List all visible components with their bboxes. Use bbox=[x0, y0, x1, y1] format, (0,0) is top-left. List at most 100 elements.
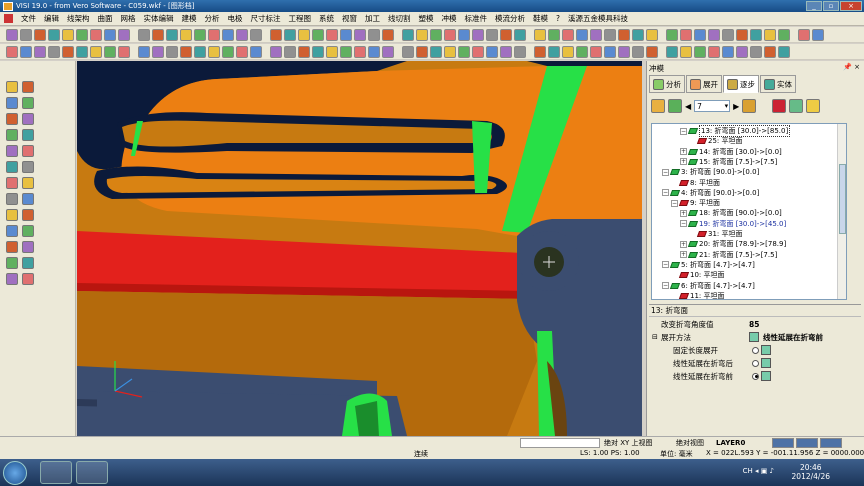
main-tool-icon[interactable] bbox=[118, 28, 130, 41]
main-tool-icon[interactable] bbox=[194, 28, 206, 41]
expand-icon[interactable]: + bbox=[680, 158, 687, 166]
tree-node[interactable]: +20: 折弯面 [78.9]->[78.9] bbox=[680, 239, 786, 249]
step-prev-icon[interactable] bbox=[668, 99, 682, 113]
main-tool-icon[interactable] bbox=[382, 28, 394, 41]
main-tool-icon[interactable] bbox=[764, 28, 776, 41]
second-tool-icon[interactable] bbox=[138, 45, 150, 58]
menu-wire-edm[interactable]: 线切割 bbox=[384, 13, 415, 24]
main-tool-icon[interactable] bbox=[270, 28, 282, 41]
tree-node[interactable]: +14: 折弯面 [30.0]->[0.0] bbox=[680, 147, 782, 157]
tree-node[interactable]: 31: 平坦面 bbox=[689, 229, 743, 239]
maximize-button[interactable]: ▫ bbox=[823, 1, 839, 11]
taskbar-app-visi[interactable] bbox=[76, 461, 108, 484]
second-tool-icon[interactable] bbox=[618, 45, 630, 58]
second-tool-icon[interactable] bbox=[222, 45, 234, 58]
second-tool-icon[interactable] bbox=[430, 45, 442, 58]
menu-standard-parts[interactable]: 标准件 bbox=[461, 13, 492, 24]
angle-value[interactable]: 85 bbox=[749, 320, 759, 329]
palette-tool-icon[interactable] bbox=[6, 113, 18, 125]
main-tool-icon[interactable] bbox=[90, 28, 102, 41]
step-select[interactable]: 7 bbox=[694, 100, 731, 112]
second-tool-icon[interactable] bbox=[402, 45, 414, 58]
menu-flow[interactable]: 模流分析 bbox=[491, 13, 529, 24]
step-next-icon[interactable] bbox=[742, 99, 757, 113]
step-back-arrow-icon[interactable]: ◀ bbox=[685, 102, 691, 111]
menu-drawing[interactable]: 工程图 bbox=[285, 13, 316, 24]
second-tool-icon[interactable] bbox=[694, 45, 706, 58]
main-tool-icon[interactable] bbox=[632, 28, 644, 41]
second-tool-icon[interactable] bbox=[416, 45, 428, 58]
main-tool-icon[interactable] bbox=[534, 28, 546, 41]
main-tool-icon[interactable] bbox=[736, 28, 748, 41]
main-tool-icon[interactable] bbox=[312, 28, 324, 41]
second-tool-icon[interactable] bbox=[340, 45, 352, 58]
palette-tool-icon[interactable] bbox=[6, 209, 18, 221]
menu-solid-edit[interactable]: 实体编辑 bbox=[140, 13, 178, 24]
collapse-icon[interactable]: − bbox=[662, 168, 669, 176]
second-tool-icon[interactable] bbox=[472, 45, 484, 58]
option-linear-before[interactable]: 线性延展在折弯前 bbox=[649, 370, 861, 382]
menu-mesh[interactable]: 网格 bbox=[117, 13, 140, 24]
palette-tool-icon[interactable] bbox=[22, 145, 34, 157]
tree-node[interactable]: − 19: 折弯面 [30.0]->[45.0] bbox=[680, 219, 786, 229]
palette-tool-icon[interactable] bbox=[22, 257, 34, 269]
panel-pin-icon[interactable]: 📌 × bbox=[843, 63, 860, 71]
main-tool-icon[interactable] bbox=[62, 28, 74, 41]
palette-tool-icon[interactable] bbox=[6, 161, 18, 173]
second-tool-icon[interactable] bbox=[104, 45, 116, 58]
main-tool-icon[interactable] bbox=[222, 28, 234, 41]
view-box-2[interactable] bbox=[796, 438, 818, 448]
radio-linear-after[interactable] bbox=[752, 359, 759, 367]
main-tool-icon[interactable] bbox=[180, 28, 192, 41]
second-tool-icon[interactable] bbox=[514, 45, 526, 58]
tree-node[interactable]: 11: 平坦面 bbox=[671, 291, 725, 299]
main-tool-icon[interactable] bbox=[812, 28, 824, 41]
main-tool-icon[interactable] bbox=[76, 28, 88, 41]
palette-tool-icon[interactable] bbox=[22, 177, 34, 189]
palette-tool-icon[interactable] bbox=[22, 161, 34, 173]
second-tool-icon[interactable] bbox=[778, 45, 790, 58]
step-apply-icon[interactable] bbox=[789, 99, 804, 113]
main-tool-icon[interactable] bbox=[798, 28, 810, 41]
main-tool-icon[interactable] bbox=[354, 28, 366, 41]
main-tool-icon[interactable] bbox=[416, 28, 428, 41]
menu-system[interactable]: 系统 bbox=[315, 13, 338, 24]
menu-progress-die[interactable]: 冲模 bbox=[438, 13, 461, 24]
second-tool-icon[interactable] bbox=[534, 45, 546, 58]
second-tool-icon[interactable] bbox=[368, 45, 380, 58]
main-tool-icon[interactable] bbox=[778, 28, 790, 41]
radio-fixed-length[interactable] bbox=[752, 346, 759, 354]
second-tool-icon[interactable] bbox=[382, 45, 394, 58]
palette-tool-icon[interactable] bbox=[6, 177, 18, 189]
close-button[interactable]: × bbox=[840, 1, 862, 11]
second-tool-icon[interactable] bbox=[722, 45, 734, 58]
step-reset-icon[interactable] bbox=[772, 99, 787, 113]
expand-icon[interactable]: + bbox=[680, 251, 687, 259]
second-tool-icon[interactable] bbox=[736, 45, 748, 58]
menu-view[interactable]: 视窗 bbox=[338, 13, 361, 24]
tree-node[interactable]: − 13: 折弯面 [30.0]->[85.0] bbox=[680, 125, 791, 137]
menu-shoe-mould[interactable]: 鞋模 bbox=[529, 13, 552, 24]
main-tool-icon[interactable] bbox=[48, 28, 60, 41]
main-tool-icon[interactable] bbox=[458, 28, 470, 41]
collapse-icon[interactable]: − bbox=[662, 261, 669, 269]
main-tool-icon[interactable] bbox=[284, 28, 296, 41]
tab-step[interactable]: 逐步 bbox=[723, 75, 759, 93]
second-tool-icon[interactable] bbox=[590, 45, 602, 58]
collapse-icon[interactable]: ⊟ bbox=[652, 333, 658, 341]
command-input[interactable] bbox=[520, 438, 600, 448]
tree-node[interactable]: 25: 平坦面 bbox=[689, 136, 743, 146]
palette-tool-icon[interactable] bbox=[6, 81, 18, 93]
main-tool-icon[interactable] bbox=[368, 28, 380, 41]
second-tool-icon[interactable] bbox=[486, 45, 498, 58]
main-tool-icon[interactable] bbox=[666, 28, 678, 41]
second-tool-icon[interactable] bbox=[666, 45, 678, 58]
palette-tool-icon[interactable] bbox=[6, 241, 18, 253]
tree-node[interactable]: +18: 折弯面 [90.0]->[0.0] bbox=[680, 208, 782, 218]
menu-electrode[interactable]: 电极 bbox=[224, 13, 247, 24]
main-tool-icon[interactable] bbox=[590, 28, 602, 41]
menu-brand[interactable]: 溪源五金模具科技 bbox=[564, 13, 632, 24]
second-tool-icon[interactable] bbox=[500, 45, 512, 58]
palette-tool-icon[interactable] bbox=[22, 113, 34, 125]
main-tool-icon[interactable] bbox=[486, 28, 498, 41]
